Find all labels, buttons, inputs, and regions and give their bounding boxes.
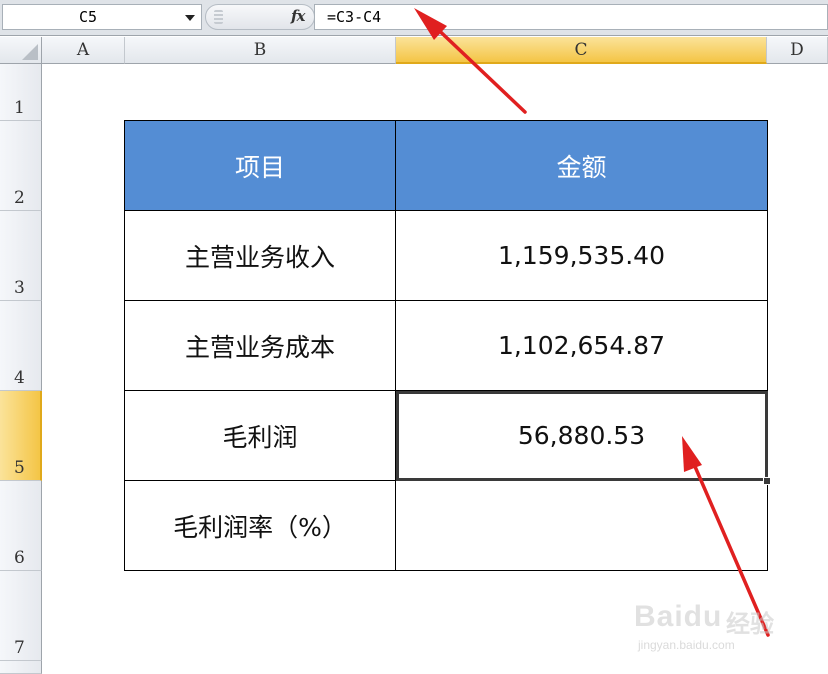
watermark-cn: 经验 bbox=[726, 610, 774, 638]
baidu-watermark: Baidu 经验 jingyan.baidu.com bbox=[634, 600, 794, 656]
annotation-arrows bbox=[414, 8, 770, 637]
spreadsheet-window: C5 fx =C3-C4 A B C D 1 2 3 4 5 6 7 项目 金额 bbox=[0, 0, 828, 674]
watermark-brand: Baidu bbox=[634, 600, 723, 633]
arrow-to-formula bbox=[414, 8, 527, 114]
watermark-url: jingyan.baidu.com bbox=[638, 638, 735, 652]
